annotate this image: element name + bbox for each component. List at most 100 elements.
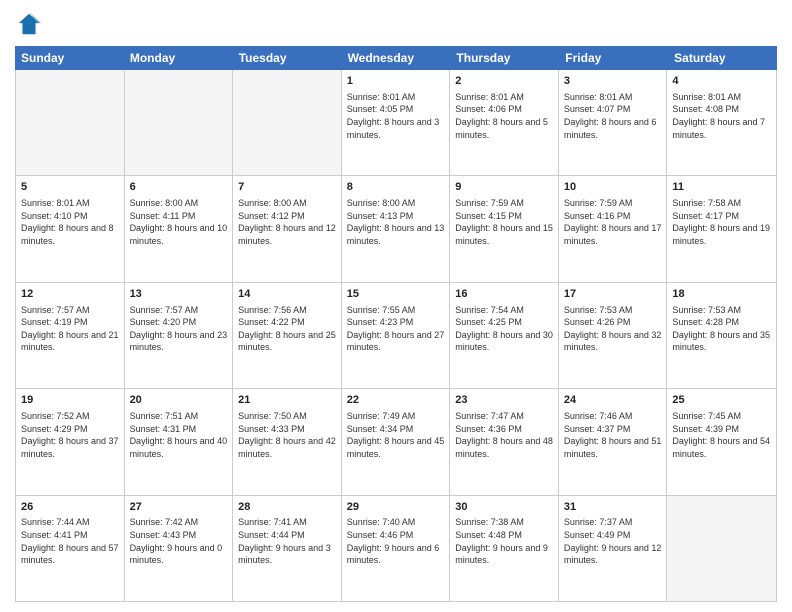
calendar-cell xyxy=(233,70,342,175)
day-number: 28 xyxy=(238,500,336,515)
cell-info: Sunrise: 7:40 AM Sunset: 4:46 PM Dayligh… xyxy=(347,516,445,566)
weekday-header: Tuesday xyxy=(233,46,342,70)
day-number: 29 xyxy=(347,500,445,515)
calendar-cell: 24 Sunrise: 7:46 AM Sunset: 4:37 PM Dayli… xyxy=(559,389,668,494)
cell-info: Sunrise: 7:56 AM Sunset: 4:22 PM Dayligh… xyxy=(238,304,336,354)
calendar-week-row: 26Sunrise: 7:44 AM Sunset: 4:41 PM Dayli… xyxy=(16,496,776,601)
day-number: 24 xyxy=(564,393,662,408)
logo xyxy=(15,10,47,38)
logo-icon xyxy=(15,10,43,38)
day-number: 18 xyxy=(672,287,771,302)
day-number: 6 xyxy=(130,180,228,195)
cell-info: Sunrise: 7:37 AM Sunset: 4:49 PM Dayligh… xyxy=(564,516,662,566)
cell-info: Sunrise: 8:01 AM Sunset: 4:06 PM Dayligh… xyxy=(455,91,553,141)
day-number: 11 xyxy=(672,180,771,195)
calendar-cell: 15Sunrise: 7:55 AM Sunset: 4:23 PM Dayli… xyxy=(342,283,451,388)
calendar-body: 1 Sunrise: 8:01 AM Sunset: 4:05 PM Daylig… xyxy=(15,70,777,602)
cell-info: Sunrise: 8:01 AM Sunset: 4:07 PM Dayligh… xyxy=(564,91,662,141)
calendar-cell xyxy=(667,496,776,601)
page-header xyxy=(15,10,777,38)
day-number: 7 xyxy=(238,180,336,195)
cell-info: Sunrise: 7:58 AM Sunset: 4:17 PM Dayligh… xyxy=(672,197,771,247)
cell-info: Sunrise: 8:00 AM Sunset: 4:11 PM Dayligh… xyxy=(130,197,228,247)
day-number: 2 xyxy=(455,74,553,89)
calendar-cell: 30Sunrise: 7:38 AM Sunset: 4:48 PM Dayli… xyxy=(450,496,559,601)
weekday-header: Thursday xyxy=(450,46,559,70)
cell-info: Sunrise: 8:00 AM Sunset: 4:13 PM Dayligh… xyxy=(347,197,445,247)
calendar-cell: 9Sunrise: 7:59 AM Sunset: 4:15 PM Daylig… xyxy=(450,176,559,281)
cell-info: Sunrise: 7:47 AM Sunset: 4:36 PM Dayligh… xyxy=(455,410,553,460)
day-number: 13 xyxy=(130,287,228,302)
cell-info: Sunrise: 7:50 AM Sunset: 4:33 PM Dayligh… xyxy=(238,410,336,460)
calendar-cell: 25 Sunrise: 7:45 AM Sunset: 4:39 PM Dayli… xyxy=(667,389,776,494)
cell-info: Sunrise: 7:52 AM Sunset: 4:29 PM Dayligh… xyxy=(21,410,119,460)
calendar-cell: 17Sunrise: 7:53 AM Sunset: 4:26 PM Dayli… xyxy=(559,283,668,388)
calendar-cell: 3Sunrise: 8:01 AM Sunset: 4:07 PM Daylig… xyxy=(559,70,668,175)
weekday-header: Sunday xyxy=(15,46,124,70)
day-number: 26 xyxy=(21,500,119,515)
day-number: 1 xyxy=(347,74,445,89)
calendar-cell: 2 Sunrise: 8:01 AM Sunset: 4:06 PM Daylig… xyxy=(450,70,559,175)
calendar-cell: 11 Sunrise: 7:58 AM Sunset: 4:17 PM Dayli… xyxy=(667,176,776,281)
weekday-header: Monday xyxy=(124,46,233,70)
calendar-week-row: 1 Sunrise: 8:01 AM Sunset: 4:05 PM Daylig… xyxy=(16,70,776,176)
cell-info: Sunrise: 8:01 AM Sunset: 4:08 PM Dayligh… xyxy=(672,91,771,141)
calendar-cell: 7Sunrise: 8:00 AM Sunset: 4:12 PM Daylig… xyxy=(233,176,342,281)
day-number: 10 xyxy=(564,180,662,195)
calendar-cell: 23 Sunrise: 7:47 AM Sunset: 4:36 PM Dayli… xyxy=(450,389,559,494)
calendar-cell: 6 Sunrise: 8:00 AM Sunset: 4:11 PM Daylig… xyxy=(125,176,234,281)
day-number: 31 xyxy=(564,500,662,515)
calendar-cell: 16 Sunrise: 7:54 AM Sunset: 4:25 PM Dayli… xyxy=(450,283,559,388)
calendar-cell xyxy=(16,70,125,175)
calendar-cell: 28Sunrise: 7:41 AM Sunset: 4:44 PM Dayli… xyxy=(233,496,342,601)
calendar-cell: 12 Sunrise: 7:57 AM Sunset: 4:19 PM Dayli… xyxy=(16,283,125,388)
day-number: 14 xyxy=(238,287,336,302)
cell-info: Sunrise: 7:53 AM Sunset: 4:28 PM Dayligh… xyxy=(672,304,771,354)
calendar-cell: 21 Sunrise: 7:50 AM Sunset: 4:33 PM Dayli… xyxy=(233,389,342,494)
cell-info: Sunrise: 7:41 AM Sunset: 4:44 PM Dayligh… xyxy=(238,516,336,566)
calendar-week-row: 12 Sunrise: 7:57 AM Sunset: 4:19 PM Dayli… xyxy=(16,283,776,389)
calendar-cell: 13 Sunrise: 7:57 AM Sunset: 4:20 PM Dayli… xyxy=(125,283,234,388)
calendar-cell: 14 Sunrise: 7:56 AM Sunset: 4:22 PM Dayli… xyxy=(233,283,342,388)
calendar-cell: 4 Sunrise: 8:01 AM Sunset: 4:08 PM Daylig… xyxy=(667,70,776,175)
calendar-cell: 26Sunrise: 7:44 AM Sunset: 4:41 PM Dayli… xyxy=(16,496,125,601)
cell-info: Sunrise: 7:54 AM Sunset: 4:25 PM Dayligh… xyxy=(455,304,553,354)
day-number: 12 xyxy=(21,287,119,302)
day-number: 30 xyxy=(455,500,553,515)
day-number: 4 xyxy=(672,74,771,89)
day-number: 8 xyxy=(347,180,445,195)
day-number: 22 xyxy=(347,393,445,408)
cell-info: Sunrise: 7:49 AM Sunset: 4:34 PM Dayligh… xyxy=(347,410,445,460)
cell-info: Sunrise: 7:57 AM Sunset: 4:20 PM Dayligh… xyxy=(130,304,228,354)
day-number: 27 xyxy=(130,500,228,515)
calendar-cell: 18 Sunrise: 7:53 AM Sunset: 4:28 PM Dayli… xyxy=(667,283,776,388)
calendar-week-row: 5Sunrise: 8:01 AM Sunset: 4:10 PM Daylig… xyxy=(16,176,776,282)
cell-info: Sunrise: 7:46 AM Sunset: 4:37 PM Dayligh… xyxy=(564,410,662,460)
calendar-cell: 31Sunrise: 7:37 AM Sunset: 4:49 PM Dayli… xyxy=(559,496,668,601)
cell-info: Sunrise: 7:44 AM Sunset: 4:41 PM Dayligh… xyxy=(21,516,119,566)
calendar-cell: 29Sunrise: 7:40 AM Sunset: 4:46 PM Dayli… xyxy=(342,496,451,601)
day-number: 15 xyxy=(347,287,445,302)
calendar-week-row: 19Sunrise: 7:52 AM Sunset: 4:29 PM Dayli… xyxy=(16,389,776,495)
calendar-cell: 22 Sunrise: 7:49 AM Sunset: 4:34 PM Dayli… xyxy=(342,389,451,494)
day-number: 9 xyxy=(455,180,553,195)
cell-info: Sunrise: 7:59 AM Sunset: 4:16 PM Dayligh… xyxy=(564,197,662,247)
day-number: 21 xyxy=(238,393,336,408)
calendar-cell xyxy=(125,70,234,175)
day-number: 16 xyxy=(455,287,553,302)
cell-info: Sunrise: 8:01 AM Sunset: 4:05 PM Dayligh… xyxy=(347,91,445,141)
cell-info: Sunrise: 7:51 AM Sunset: 4:31 PM Dayligh… xyxy=(130,410,228,460)
cell-info: Sunrise: 7:38 AM Sunset: 4:48 PM Dayligh… xyxy=(455,516,553,566)
calendar-cell: 1 Sunrise: 8:01 AM Sunset: 4:05 PM Daylig… xyxy=(342,70,451,175)
calendar-cell: 8 Sunrise: 8:00 AM Sunset: 4:13 PM Daylig… xyxy=(342,176,451,281)
day-number: 25 xyxy=(672,393,771,408)
day-number: 17 xyxy=(564,287,662,302)
day-number: 23 xyxy=(455,393,553,408)
calendar-cell: 20 Sunrise: 7:51 AM Sunset: 4:31 PM Dayli… xyxy=(125,389,234,494)
calendar-cell: 10 Sunrise: 7:59 AM Sunset: 4:16 PM Dayli… xyxy=(559,176,668,281)
cell-info: Sunrise: 7:57 AM Sunset: 4:19 PM Dayligh… xyxy=(21,304,119,354)
weekday-header: Wednesday xyxy=(342,46,451,70)
day-number: 20 xyxy=(130,393,228,408)
cell-info: Sunrise: 7:45 AM Sunset: 4:39 PM Dayligh… xyxy=(672,410,771,460)
calendar-cell: 19Sunrise: 7:52 AM Sunset: 4:29 PM Dayli… xyxy=(16,389,125,494)
